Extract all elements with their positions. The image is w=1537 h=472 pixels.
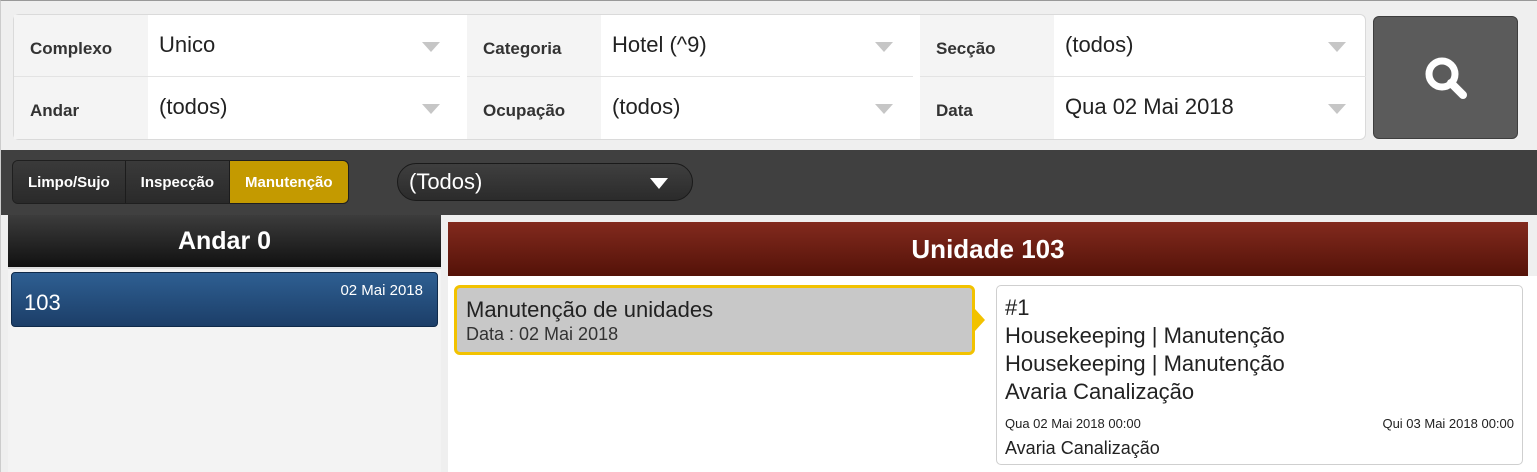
filter-data-value[interactable]: Qua 02 Mai 2018 bbox=[1054, 77, 1366, 139]
floor-header: Andar 0 bbox=[8, 215, 441, 269]
search-button[interactable] bbox=[1373, 16, 1518, 139]
chevron-down-icon[interactable] bbox=[875, 104, 893, 114]
view-mode-tabs: Limpo/Sujo Inspecção Manutenção bbox=[12, 160, 349, 204]
unit-list-item[interactable]: 103 02 Mai 2018 bbox=[11, 272, 438, 327]
request-title: Manutenção de unidades bbox=[466, 297, 714, 322]
detail-line-2: Housekeeping | Manutenção bbox=[1005, 351, 1285, 376]
detail-start-date: Qua 02 Mai 2018 00:00 bbox=[1005, 416, 1141, 431]
filter-categoria-label: Categoria bbox=[467, 15, 601, 76]
filter-andar-label: Andar bbox=[14, 77, 148, 139]
status-filter-value: (Todos) bbox=[409, 169, 483, 194]
request-date: Data : 02 Mai 2018 bbox=[466, 324, 619, 344]
filter-complexo-label: Complexo bbox=[14, 15, 148, 76]
request-detail-card: #1 Housekeeping | Manutenção Housekeepin… bbox=[996, 285, 1523, 465]
detail-end-date: Qui 03 Mai 2018 00:00 bbox=[1382, 416, 1514, 431]
tab-manutencao[interactable]: Manutenção bbox=[230, 161, 348, 203]
search-icon bbox=[1425, 57, 1467, 99]
filter-column-3: Secção (todos) Data Qua 02 Mai 2018 bbox=[920, 15, 1366, 139]
detail-id: #1 bbox=[1005, 295, 1030, 320]
filter-data-label: Data bbox=[920, 77, 1054, 139]
filter-andar-value[interactable]: (todos) bbox=[148, 77, 460, 139]
chevron-down-icon[interactable] bbox=[1328, 42, 1346, 52]
unit-header: Unidade 103 bbox=[448, 222, 1528, 276]
filter-seccao[interactable]: Secção (todos) bbox=[920, 15, 1366, 77]
filter-panel: Complexo Unico Andar (todos) Categoria H… bbox=[13, 14, 1366, 140]
chevron-down-icon[interactable] bbox=[875, 42, 893, 52]
filter-seccao-value[interactable]: (todos) bbox=[1054, 15, 1366, 76]
filter-andar[interactable]: Andar (todos) bbox=[14, 77, 460, 139]
detail-line-1: Housekeeping | Manutenção bbox=[1005, 323, 1285, 348]
filter-seccao-label: Secção bbox=[920, 15, 1054, 76]
filter-ocupacao[interactable]: Ocupação (todos) bbox=[467, 77, 913, 139]
filter-categoria[interactable]: Categoria Hotel (^9) bbox=[467, 15, 913, 77]
maintenance-request-card[interactable]: Manutenção de unidades Data : 02 Mai 201… bbox=[454, 285, 975, 355]
unit-number: 103 bbox=[24, 290, 61, 315]
filter-categoria-value[interactable]: Hotel (^9) bbox=[601, 15, 913, 76]
unit-date: 02 Mai 2018 bbox=[340, 282, 423, 299]
chevron-down-icon[interactable] bbox=[422, 104, 440, 114]
filter-ocupacao-value[interactable]: (todos) bbox=[601, 77, 913, 139]
filter-column-2: Categoria Hotel (^9) Ocupação (todos) bbox=[467, 15, 913, 139]
floor-column: Andar 0 103 02 Mai 2018 bbox=[8, 215, 441, 472]
selection-arrow-icon bbox=[975, 309, 985, 331]
filter-data[interactable]: Data Qua 02 Mai 2018 bbox=[920, 77, 1366, 139]
status-filter-select[interactable]: (Todos) bbox=[397, 163, 693, 201]
chevron-down-icon[interactable] bbox=[422, 42, 440, 52]
detail-footer: Avaria Canalização bbox=[1005, 438, 1160, 458]
chevron-down-icon bbox=[650, 178, 668, 189]
toolbar: Limpo/Sujo Inspecção Manutenção (Todos) bbox=[1, 150, 1537, 215]
filter-complexo-value[interactable]: Unico bbox=[148, 15, 460, 76]
filter-column-1: Complexo Unico Andar (todos) bbox=[14, 15, 460, 139]
filter-ocupacao-label: Ocupação bbox=[467, 77, 601, 139]
filter-complexo[interactable]: Complexo Unico bbox=[14, 15, 460, 77]
chevron-down-icon[interactable] bbox=[1328, 104, 1346, 114]
tab-limpo-sujo[interactable]: Limpo/Sujo bbox=[13, 161, 126, 203]
detail-dates: Qua 02 Mai 2018 00:00 Qui 03 Mai 2018 00… bbox=[1005, 416, 1514, 438]
tab-inspeccao[interactable]: Inspecção bbox=[125, 161, 231, 203]
detail-line-3: Avaria Canalização bbox=[1005, 379, 1195, 404]
